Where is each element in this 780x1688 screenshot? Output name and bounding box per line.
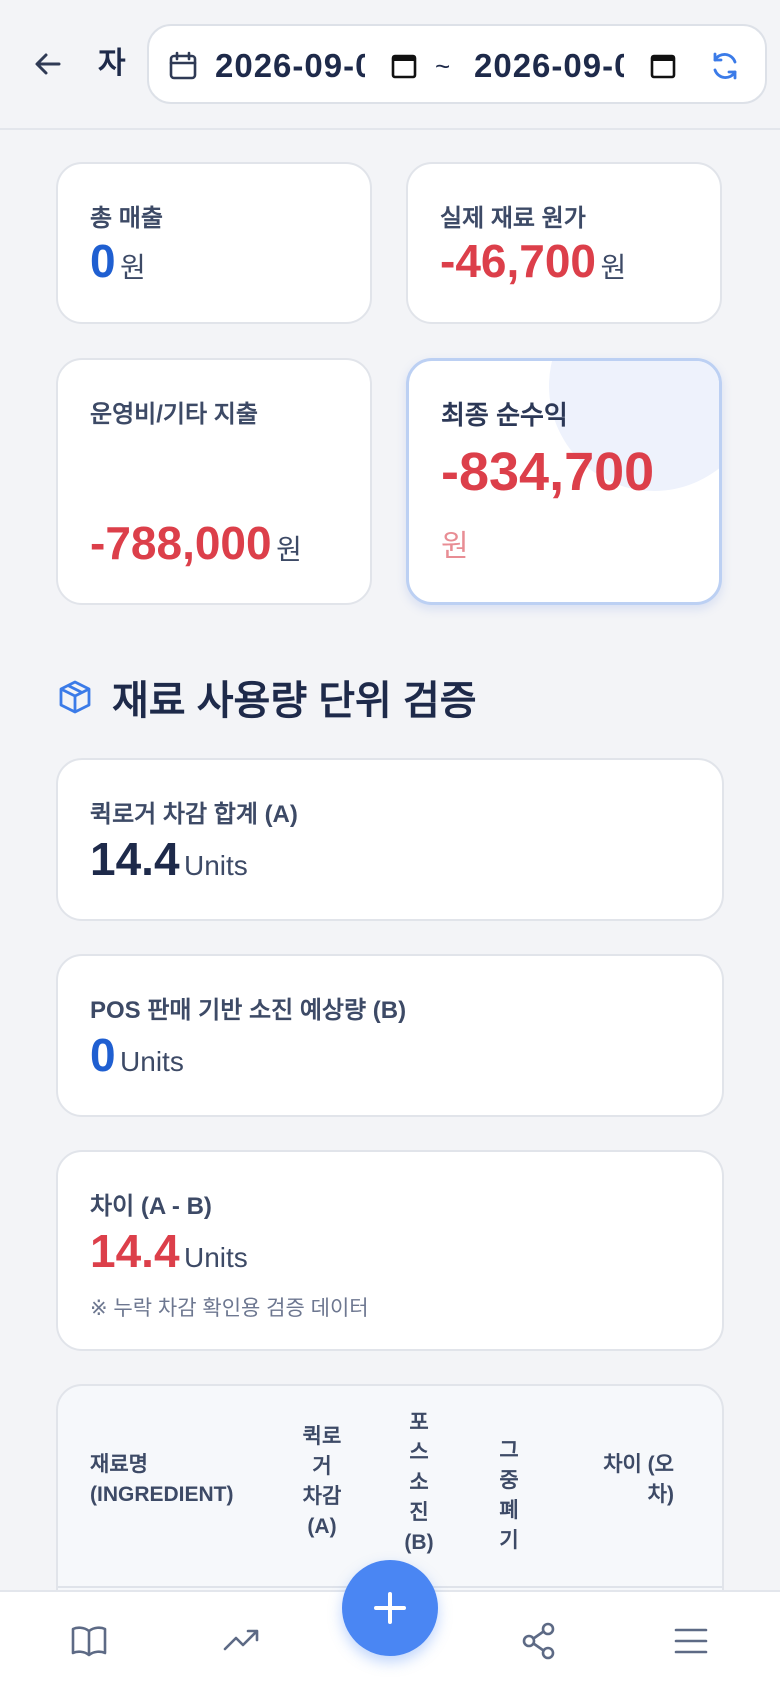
header-line: 폐 bbox=[499, 1499, 519, 1522]
difference-card: 차이 (A - B) 14.4 Units ※ 누락 차감 확인용 검증 데이터 bbox=[56, 1150, 724, 1351]
unit-label: Units bbox=[183, 1242, 248, 1273]
difference-note: ※ 누락 차감 확인용 검증 데이터 bbox=[90, 1297, 369, 1320]
pos-estimate-card: POS 판매 기반 소진 예상량 (B) 0 Units bbox=[56, 954, 724, 1117]
header-line: 기 bbox=[499, 1529, 519, 1552]
header-line: 거 bbox=[312, 1455, 332, 1478]
card-value-row: 0 원 bbox=[90, 234, 146, 288]
page-title: 자 bbox=[98, 47, 126, 80]
nav-menu-button[interactable] bbox=[666, 1616, 716, 1666]
column-header-diff: 차이 (오 차) bbox=[603, 1450, 674, 1510]
menu-icon bbox=[674, 1628, 708, 1654]
calendar-icon bbox=[169, 51, 197, 80]
add-button[interactable] bbox=[342, 1560, 438, 1656]
quicklog-value: 14.4 bbox=[90, 833, 180, 885]
material-cost-card: 실제 재료 원가 -46,700 원 bbox=[406, 162, 722, 324]
back-button[interactable] bbox=[28, 44, 68, 84]
card-value-row: 14.4 Units bbox=[90, 1224, 248, 1278]
unit-label: 원 bbox=[600, 252, 627, 283]
unit-label: Units bbox=[183, 850, 248, 881]
header-line: (A) bbox=[307, 1515, 337, 1538]
section-heading: 재료 사용량 단위 검증 bbox=[56, 672, 477, 723]
card-value-row: 0 Units bbox=[90, 1028, 184, 1082]
header-line: (INGREDIENT) bbox=[90, 1483, 234, 1506]
header-line: 소 bbox=[409, 1471, 429, 1494]
card-value-row: 14.4 Units bbox=[90, 832, 248, 886]
refresh-button[interactable] bbox=[705, 46, 745, 86]
date-from-input[interactable]: 2026-09-0 bbox=[215, 46, 365, 86]
cube-icon bbox=[59, 680, 91, 714]
card-value-row: -46,700 원 bbox=[440, 234, 626, 288]
date-picker-icon[interactable] bbox=[650, 53, 676, 79]
header-line: (B) bbox=[404, 1531, 434, 1554]
book-icon bbox=[71, 1626, 107, 1657]
card-label: 실제 재료 원가 bbox=[440, 205, 586, 232]
date-to-input[interactable]: 2026-09-0 bbox=[474, 46, 624, 86]
net-profit-card: 최종 순수익 -834,700 원 bbox=[406, 358, 722, 605]
unit-label: Units bbox=[120, 1046, 184, 1077]
header-line: 차) bbox=[647, 1483, 674, 1506]
opex-value: -788,000 bbox=[90, 517, 272, 569]
header-line: 차이 (오 bbox=[603, 1453, 674, 1476]
plus-icon bbox=[374, 1592, 406, 1624]
header-line: 진 bbox=[409, 1501, 429, 1524]
refresh-icon bbox=[713, 52, 737, 80]
difference-value: 14.4 bbox=[90, 1225, 180, 1277]
unit-label: 원 bbox=[441, 530, 469, 563]
trending-up-icon bbox=[223, 1629, 259, 1651]
card-label: 차이 (A - B) bbox=[90, 1193, 212, 1220]
column-header-quicklog: 퀵로 거 차감 (A) bbox=[288, 1422, 356, 1542]
date-picker-icon[interactable] bbox=[391, 53, 417, 79]
date-range-picker: 2026-09-0 ~ 2026-09-0 bbox=[147, 24, 767, 104]
header-line: 포 bbox=[409, 1411, 429, 1434]
card-value-row: -788,000 원 bbox=[90, 516, 302, 570]
pos-estimate-value: 0 bbox=[90, 1029, 116, 1081]
column-header-name: 재료명 (INGREDIENT) bbox=[90, 1450, 234, 1510]
section-title: 재료 사용량 단위 검증 bbox=[112, 679, 477, 723]
column-header-waste: 그 중 폐 기 bbox=[494, 1436, 524, 1556]
date-separator: ~ bbox=[435, 51, 451, 81]
column-header-pos: 포 스 소 진 (B) bbox=[394, 1408, 444, 1558]
header-line: 차감 bbox=[302, 1485, 342, 1508]
unit-label: 원 bbox=[276, 534, 302, 565]
top-bar: 자 2026-09-0 ~ 2026-09-0 bbox=[0, 0, 780, 130]
header-line: 중 bbox=[499, 1469, 519, 1492]
share-icon bbox=[522, 1622, 555, 1660]
material-cost-value: -46,700 bbox=[440, 235, 597, 287]
sales-value: 0 bbox=[90, 235, 116, 287]
total-sales-card: 총 매출 0 원 bbox=[56, 162, 372, 324]
header-line: 그 bbox=[499, 1439, 519, 1462]
arrow-left-icon bbox=[35, 53, 61, 75]
nav-share-button[interactable] bbox=[514, 1616, 564, 1666]
card-label: POS 판매 기반 소진 예상량 (B) bbox=[90, 997, 407, 1024]
net-profit-value: -834,700 bbox=[441, 442, 655, 502]
card-label: 최종 순수익 bbox=[441, 400, 568, 430]
card-label: 운영비/기타 지출 bbox=[90, 401, 258, 428]
quicklog-total-card: 퀵로거 차감 합계 (A) 14.4 Units bbox=[56, 758, 724, 921]
card-label: 퀵로거 차감 합계 (A) bbox=[90, 801, 298, 828]
nav-book-button[interactable] bbox=[64, 1616, 114, 1666]
header-line: 재료명 bbox=[90, 1453, 148, 1476]
card-label: 총 매출 bbox=[90, 205, 163, 232]
header-line: 퀵로 bbox=[302, 1425, 342, 1448]
unit-label: 원 bbox=[120, 252, 146, 283]
header-line: 스 bbox=[409, 1441, 429, 1464]
nav-trend-button[interactable] bbox=[216, 1616, 266, 1666]
operating-expense-card: 운영비/기타 지출 -788,000 원 bbox=[56, 358, 372, 605]
